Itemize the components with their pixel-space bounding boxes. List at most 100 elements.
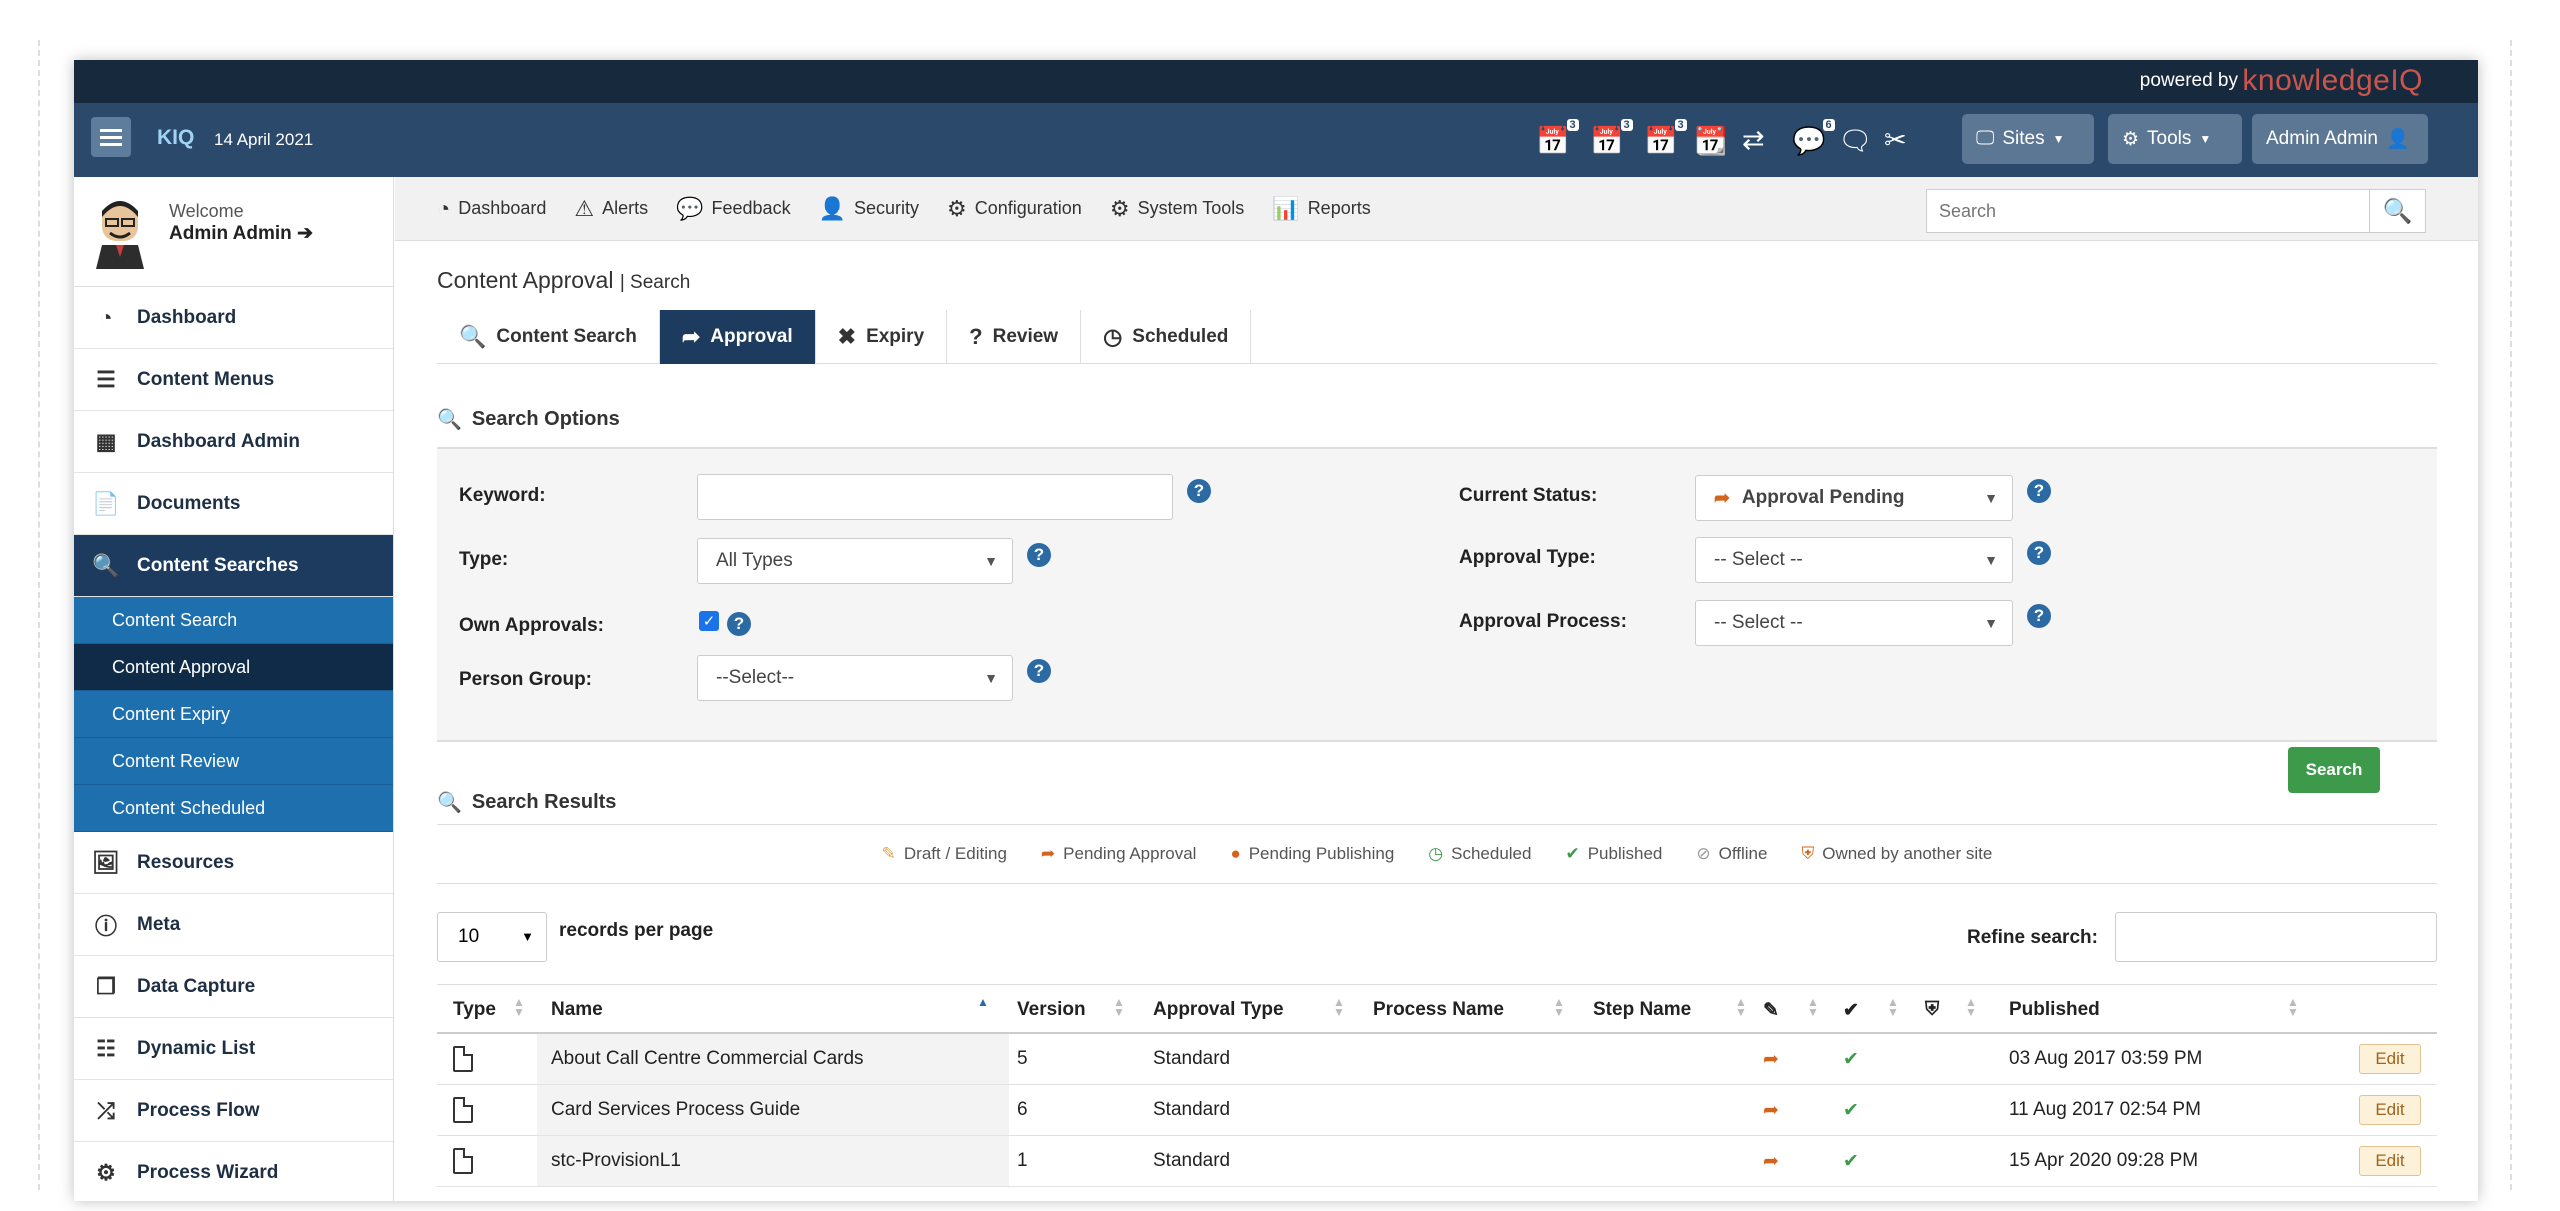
profile-link[interactable]: Admin Admin ➔ [169,222,313,245]
person-group-select[interactable]: --Select-- ▼ [697,655,1013,701]
topnav-alerts[interactable]: ⚠ Alerts [574,196,648,222]
column-header-shield-icon[interactable]: ⛨ [1925,999,1939,1021]
help-icon[interactable]: ? [2027,604,2051,628]
sidebar-item-data-capture[interactable]: ❐ Data Capture [74,956,393,1018]
row-version: 6 [1017,1099,1028,1120]
sort-icon[interactable]: ▲ ▼ [1807,996,1819,1018]
approval-type-select[interactable]: -- Select -- ▼ [1695,537,2013,583]
column-header-version[interactable]: Version [1017,999,1086,1021]
column-header-type[interactable]: Type [453,999,496,1021]
comments-icon[interactable]: 🗨 [1838,125,1872,157]
sidebar-item-dashboard[interactable]: ◔ Dashboard [74,287,393,349]
own-approvals-label: Own Approvals: [459,615,604,636]
sort-icon[interactable]: ▲ ▼ [1113,996,1125,1018]
monitor-icon: 🖵 [1976,128,1995,149]
sidebar-item-content-searches[interactable]: 🔍 Content Searches [74,535,393,597]
tab-label: Approval [710,326,793,347]
sidebar-subitem-content-approval[interactable]: Content Approval [74,644,393,691]
current-status-select[interactable]: ➦ Approval Pending ▼ [1695,475,2013,521]
sidebar-item-content-menus[interactable]: ☰ Content Menus [74,349,393,411]
topnav-security[interactable]: 👤 Security [819,196,919,222]
legend-label: Scheduled [1451,844,1532,863]
share-icon: ➦ [1714,487,1730,509]
row-name[interactable]: About Call Centre Commercial Cards [551,1048,864,1070]
type-select[interactable]: All Types ▼ [697,538,1013,584]
sidebar-item-process-wizard[interactable]: ⚙ Process Wizard [74,1142,393,1201]
messages-icon[interactable]: 💬 6 [1792,119,1835,157]
help-icon[interactable]: ? [727,612,751,636]
help-icon[interactable]: ? [2027,541,2051,565]
app-header: KIQ 14 April 2021 📅 3 📅 3 📅 3 📆 ⇄ 💬 6 🗨 ✂ 🖵 … [74,103,2478,177]
tab-scheduled[interactable]: ◷ Scheduled [1081,310,1252,364]
table-row[interactable]: About Call Centre Commercial Cards 5 Sta… [437,1034,2437,1085]
records-per-page-select[interactable]: 10 ▼ [437,912,547,962]
sidebar-item-meta[interactable]: ⓘ Meta [74,894,393,956]
sidebar-item-documents[interactable]: 📄 Documents [74,473,393,535]
sidebar-item-dashboard-admin[interactable]: ▦ Dashboard Admin [74,411,393,473]
sort-icon[interactable]: ▲ ▼ [1333,996,1345,1018]
scheduled-calendar-icon[interactable]: 📆 [1694,125,1728,157]
sort-icon[interactable]: ▲ ▼ [513,996,525,1018]
column-header-step-name[interactable]: Step Name [1593,999,1691,1021]
topnav-dashboard[interactable]: ◔ Dashboard [437,196,546,222]
column-header-name[interactable]: Name [551,999,603,1021]
sidebar-subitem-content-review[interactable]: Content Review [74,738,393,785]
table-row[interactable]: Card Services Process Guide 6 Standard ➦… [437,1085,2437,1136]
sidebar-subitem-content-expiry[interactable]: Content Expiry [74,691,393,738]
tab-content-search[interactable]: 🔍 Content Search [437,310,660,364]
review-calendar-icon[interactable]: 📅 3 [1644,119,1687,157]
help-icon[interactable]: ? [1187,479,1211,503]
sidebar-item-dynamic-list[interactable]: ☷ Dynamic List [74,1018,393,1080]
row-name[interactable]: stc-ProvisionL1 [551,1150,681,1172]
topnav-reports[interactable]: 📊 Reports [1272,196,1370,222]
unlink-icon[interactable]: ✂ [1884,125,1907,156]
user-menu-button[interactable]: Admin Admin 👤 [2252,114,2428,164]
file-icon [453,1097,473,1123]
global-search-button[interactable]: 🔍 [2369,190,2425,232]
column-header-approval-type[interactable]: Approval Type [1153,999,1284,1021]
sort-icon[interactable]: ▲ ▼ [1735,996,1747,1018]
edit-button[interactable]: Edit [2359,1146,2421,1176]
search-button[interactable]: Search [2288,747,2380,793]
tools-button[interactable]: ⚙ Tools ▼ [2108,114,2242,164]
help-icon[interactable]: ? [2027,479,2051,503]
sidebar-subitem-content-scheduled[interactable]: Content Scheduled [74,785,393,832]
approval-process-select[interactable]: -- Select -- ▼ [1695,600,2013,646]
hamburger-menu-button[interactable] [91,117,131,157]
sort-asc-icon[interactable]: ▲ [977,996,989,1008]
sidebar-item-process-flow[interactable]: ⤮ Process Flow [74,1080,393,1142]
edit-button[interactable]: Edit [2359,1044,2421,1074]
refine-search-input[interactable] [2115,912,2437,962]
column-header-published[interactable]: Published [2009,999,2100,1021]
tab-approval[interactable]: ➦ Approval [659,310,816,364]
approvals-calendar-icon[interactable]: 📅 3 [1536,119,1579,157]
keyword-input[interactable] [697,474,1173,520]
column-header-process-name[interactable]: Process Name [1373,999,1504,1021]
topnav-feedback[interactable]: 💬 Feedback [676,196,790,222]
column-header-published-icon[interactable]: ✔ [1843,999,1859,1022]
gear-icon: ⚙ [1109,195,1130,221]
topnav-system-tools[interactable]: ⚙ System Tools [1110,196,1244,222]
help-icon[interactable]: ? [1027,659,1051,683]
tab-expiry[interactable]: ✖ Expiry [816,310,948,364]
app-brand[interactable]: KIQ [157,126,194,150]
sort-icon[interactable]: ▲ ▼ [1965,996,1977,1018]
own-approvals-checkbox[interactable]: ✓ [699,611,719,631]
sort-icon[interactable]: ▲ ▼ [2287,996,2299,1018]
edit-button[interactable]: Edit [2359,1095,2421,1125]
table-row[interactable]: stc-ProvisionL1 1 Standard ➦ ✔ 15 Apr 20… [437,1136,2437,1187]
help-icon[interactable]: ? [1027,543,1051,567]
global-search-input[interactable] [1927,190,2369,232]
sort-icon[interactable]: ▲ ▼ [1553,996,1565,1018]
sidebar-subitem-content-search[interactable]: Content Search [74,597,393,644]
app-window: powered by knowledgeIQ KIQ 14 April 2021… [74,60,2478,1201]
sidebar-item-resources[interactable]: 🖼 Resources [74,832,393,894]
expiry-calendar-icon[interactable]: 📅 3 [1590,119,1633,157]
column-header-draft-icon[interactable]: ✎ [1763,999,1779,1022]
sites-button[interactable]: 🖵 Sites ▼ [1962,114,2094,164]
topnav-configuration[interactable]: ⚙ Configuration [947,196,1082,222]
transfer-icon[interactable]: ⇄ [1742,125,1765,156]
row-name[interactable]: Card Services Process Guide [551,1099,800,1121]
tab-review[interactable]: ? Review [947,310,1082,364]
sort-icon[interactable]: ▲ ▼ [1887,996,1899,1018]
